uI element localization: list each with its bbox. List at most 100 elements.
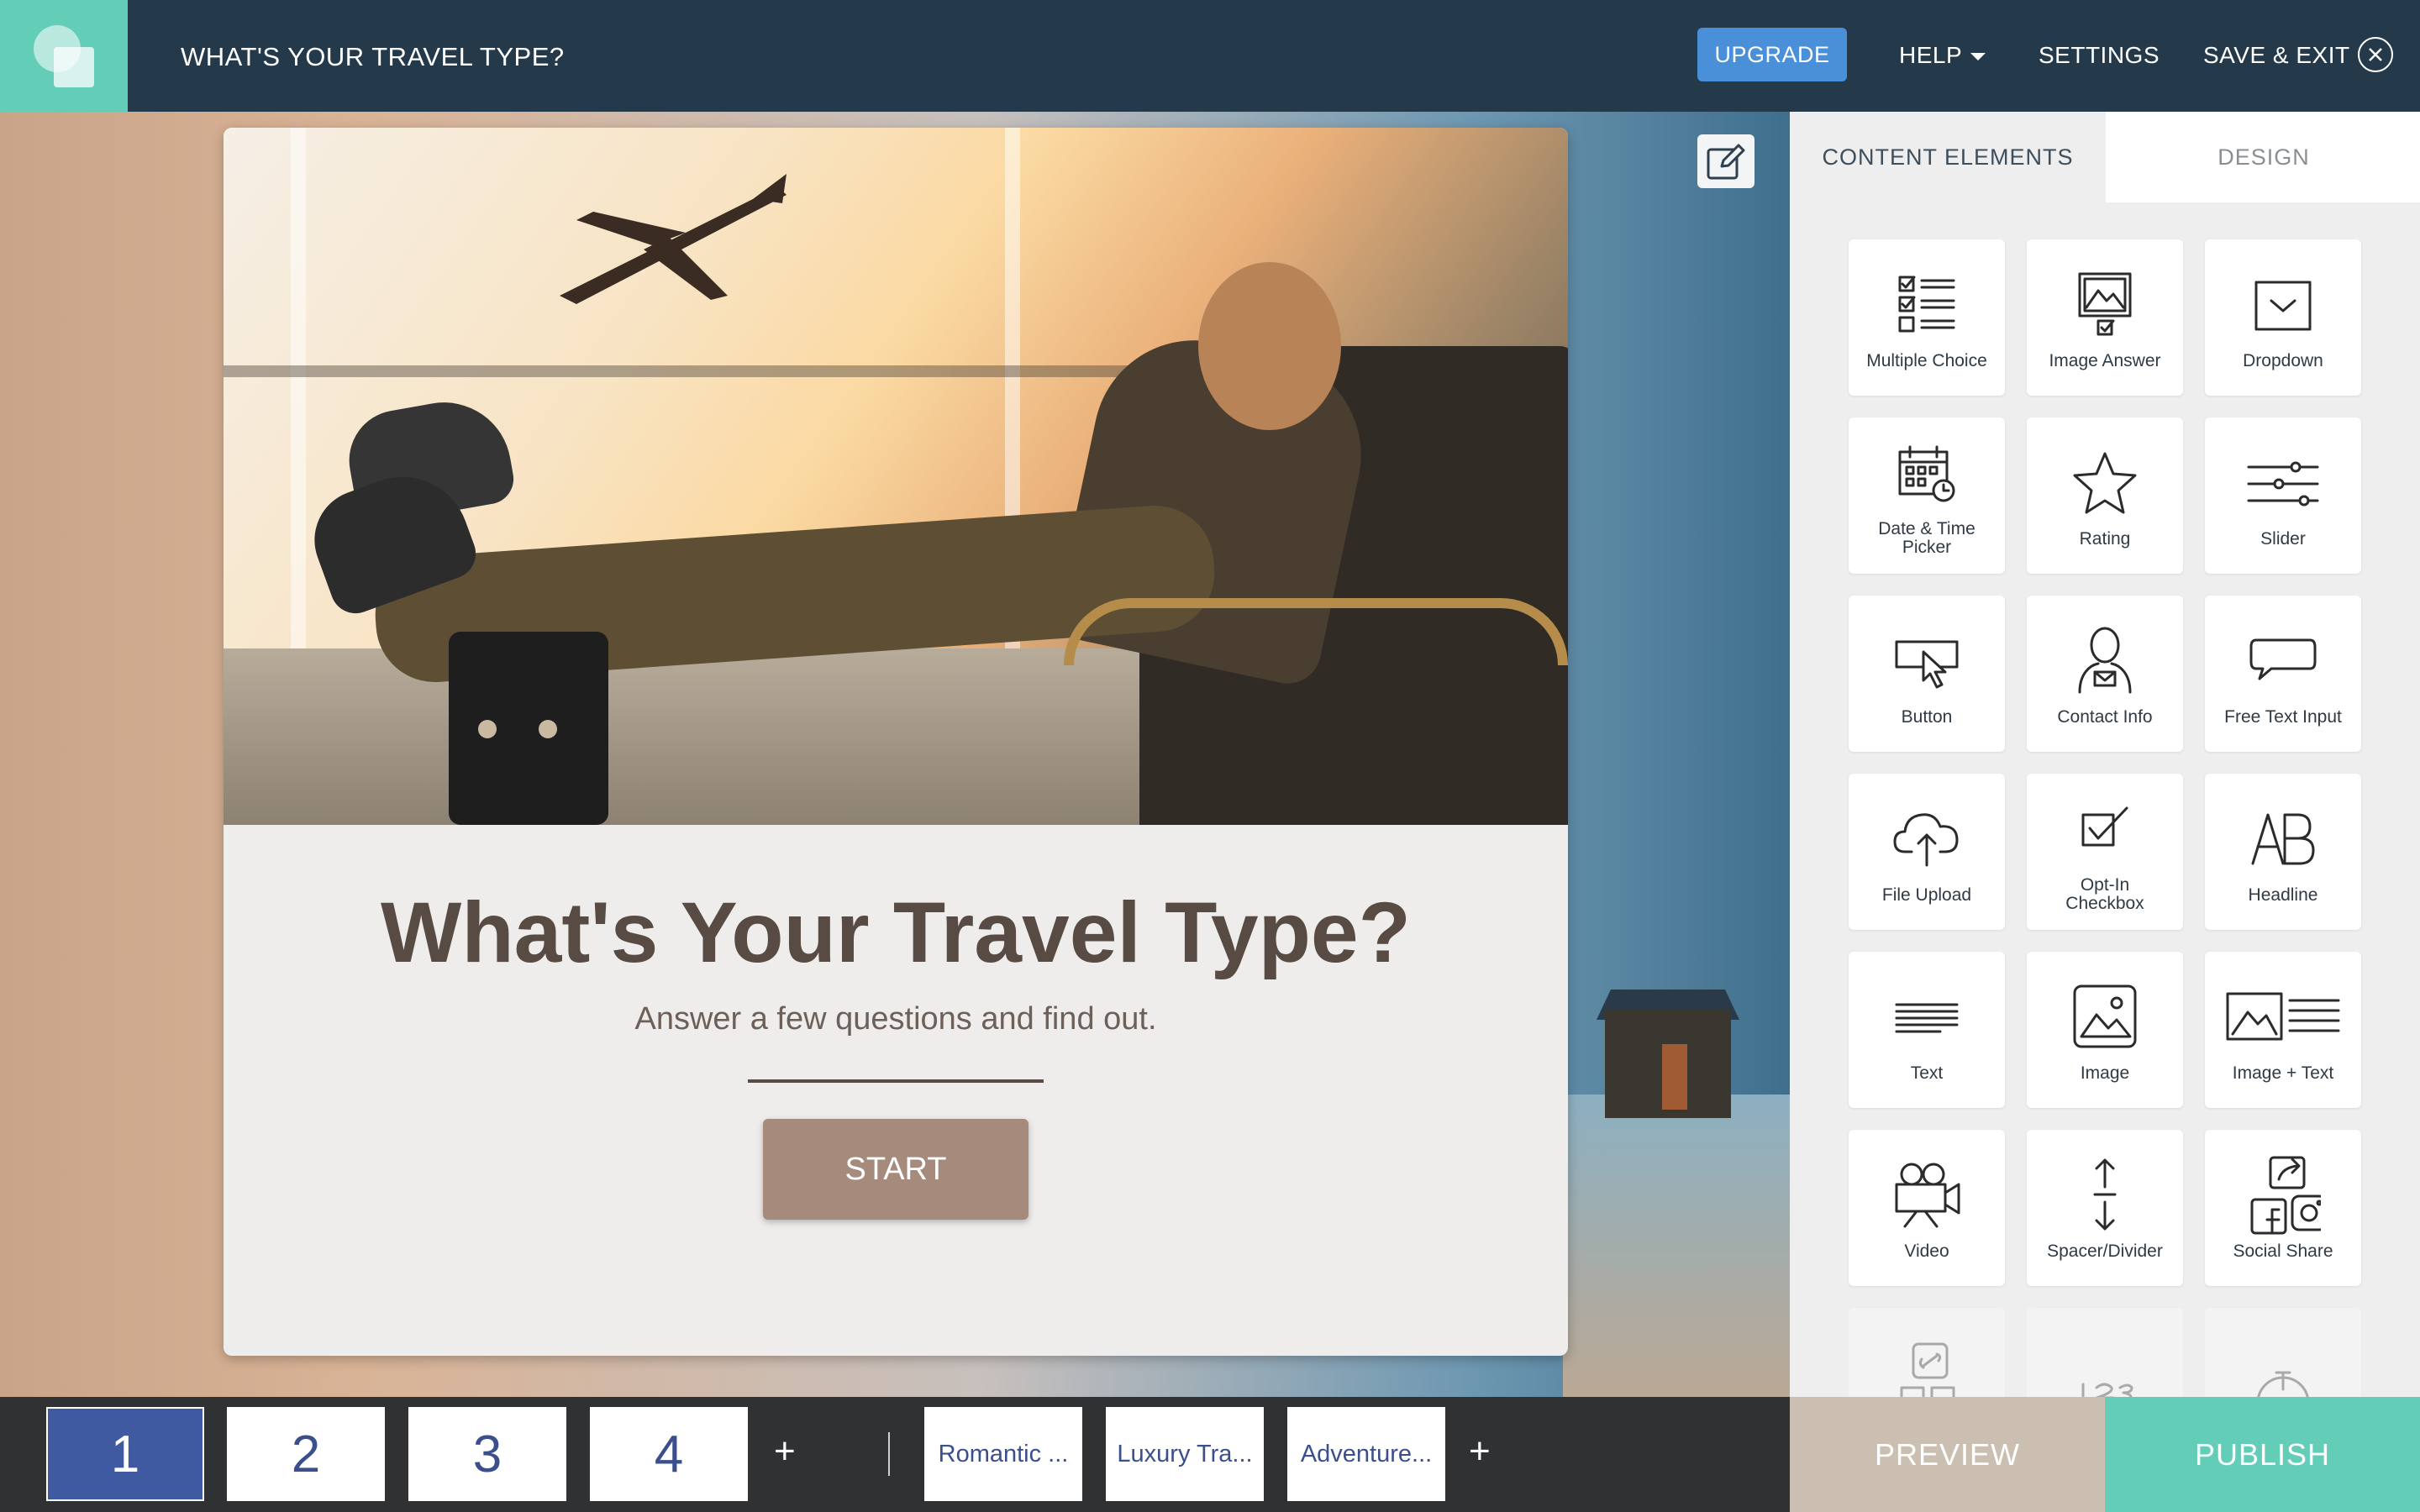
element-number[interactable] (2027, 1308, 2183, 1397)
seat-armrest (1064, 598, 1568, 665)
video-camera-icon (1885, 1157, 1969, 1232)
logo-square (54, 47, 94, 87)
number-icon (2063, 1335, 2147, 1397)
element-date-time-picker[interactable]: Date & Time Picker (1849, 417, 2005, 574)
background-water (1563, 1095, 1790, 1397)
element-image-answer[interactable]: Image Answer (2027, 239, 2183, 396)
spacer-icon (2063, 1157, 2147, 1232)
page-tab-3[interactable]: 3 (408, 1407, 566, 1501)
suitcase (449, 632, 608, 825)
image-answer-icon (2063, 266, 2147, 342)
element-label: Multiple Choice (1866, 351, 1987, 370)
element-headline[interactable]: Headline (2205, 774, 2361, 930)
quiz-name[interactable]: WHAT'S YOUR TRAVEL TYPE? (181, 42, 565, 72)
result-tab-luxury[interactable]: Luxury Tra... (1106, 1407, 1264, 1501)
text-lines-icon (1885, 979, 1969, 1054)
suitcase-wheel (478, 720, 497, 738)
element-label: Headline (2248, 885, 2318, 905)
element-label: Video (1904, 1242, 1949, 1261)
result-tab-adventure[interactable]: Adventure... (1287, 1407, 1445, 1501)
suitcase-wheel (539, 720, 557, 738)
tab-content-elements[interactable]: CONTENT ELEMENTS (1790, 112, 2106, 202)
element-link[interactable] (1849, 1308, 2005, 1397)
help-menu[interactable]: HELP (1899, 42, 1986, 69)
element-contact-info[interactable]: Contact Info (2027, 596, 2183, 752)
calendar-icon (1885, 436, 1969, 512)
app-logo[interactable] (0, 0, 128, 112)
help-label: HELP (1899, 42, 1963, 68)
stopwatch-icon (2241, 1335, 2325, 1397)
element-free-text-input[interactable]: Free Text Input (2205, 596, 2361, 752)
dropdown-icon (2241, 266, 2325, 342)
element-button[interactable]: Button (1849, 596, 2005, 752)
element-multiple-choice[interactable]: Multiple Choice (1849, 239, 2005, 396)
save-exit-button[interactable]: SAVE & EXIT (2203, 42, 2350, 69)
quiz-title[interactable]: What's Your Travel Type? (224, 884, 1568, 982)
publish-button[interactable]: PUBLISH (2105, 1397, 2420, 1512)
elements-panel: CONTENT ELEMENTS DESIGN Multiple Choice … (1790, 112, 2420, 1397)
element-image-text[interactable]: Image + Text (2205, 952, 2361, 1108)
social-share-icon (2241, 1156, 2325, 1235)
page-tab-1[interactable]: 1 (46, 1407, 204, 1501)
speech-bubble-icon (2241, 622, 2325, 698)
element-slider[interactable]: Slider (2205, 417, 2361, 574)
divider (748, 1079, 1044, 1083)
element-label: Free Text Input (2224, 707, 2342, 727)
button-cursor-icon (1885, 622, 1969, 698)
checkbox-icon (2063, 792, 2147, 868)
multiple-choice-icon (1885, 266, 1969, 342)
panel-tabs: CONTENT ELEMENTS DESIGN (1790, 112, 2420, 202)
page-tab-2[interactable]: 2 (227, 1407, 385, 1501)
element-label: Rating (2079, 529, 2131, 549)
element-label: Opt-In Checkbox (2065, 875, 2144, 913)
element-rating[interactable]: Rating (2027, 417, 2183, 574)
element-label: Button (1901, 707, 1953, 727)
background-hut-door (1662, 1044, 1687, 1110)
settings-button[interactable]: SETTINGS (2039, 42, 2160, 69)
element-video[interactable]: Video (1849, 1130, 2005, 1286)
close-icon[interactable] (2358, 37, 2393, 72)
image-icon (2063, 979, 2147, 1054)
caret-down-icon (1970, 53, 1986, 61)
add-result-button[interactable]: + (1469, 1431, 1491, 1473)
element-dropdown[interactable]: Dropdown (2205, 239, 2361, 396)
element-opt-in-checkbox[interactable]: Opt-In Checkbox (2027, 774, 2183, 930)
element-timer[interactable] (2205, 1308, 2361, 1397)
add-page-button[interactable]: + (774, 1431, 796, 1473)
element-label: Image + Text (2232, 1063, 2334, 1083)
traveler-head (1198, 262, 1341, 430)
page-tab-4[interactable]: 4 (590, 1407, 748, 1501)
element-label: Image (2080, 1063, 2130, 1083)
element-label: Spacer/Divider (2047, 1242, 2163, 1261)
quiz-subtitle[interactable]: Answer a few questions and find out. (224, 1001, 1568, 1037)
cover-image[interactable] (224, 128, 1568, 825)
element-file-upload[interactable]: File Upload (1849, 774, 2005, 930)
element-label: Social Share (2233, 1242, 2333, 1261)
element-label: Slider (2260, 529, 2306, 549)
image-text-icon (2220, 979, 2346, 1054)
preview-button[interactable]: PREVIEW (1790, 1397, 2105, 1512)
element-spacer-divider[interactable]: Spacer/Divider (2027, 1130, 2183, 1286)
quiz-cover-card[interactable]: What's Your Travel Type? Answer a few qu… (224, 128, 1568, 1356)
element-label: File Upload (1881, 885, 1972, 905)
upgrade-button[interactable]: UPGRADE (1697, 28, 1847, 81)
link-icon (1885, 1335, 1969, 1397)
star-icon (2063, 444, 2147, 520)
edit-background-icon[interactable] (1697, 134, 1754, 188)
tab-design[interactable]: DESIGN (2106, 112, 2420, 202)
element-label: Date & Time Picker (1878, 519, 1975, 557)
slider-icon (2241, 444, 2325, 520)
element-label: Text (1910, 1063, 1944, 1083)
cloud-upload-icon (1885, 801, 1969, 876)
headline-icon (2241, 801, 2325, 876)
result-tab-romantic[interactable]: Romantic ... (924, 1407, 1082, 1501)
element-social-share[interactable]: Social Share (2205, 1130, 2361, 1286)
element-label: Dropdown (2243, 351, 2323, 370)
start-button[interactable]: START (763, 1119, 1028, 1220)
element-image[interactable]: Image (2027, 952, 2183, 1108)
element-text[interactable]: Text (1849, 952, 2005, 1108)
separator (888, 1432, 890, 1476)
element-label: Contact Info (2057, 707, 2153, 727)
element-label: Image Answer (2049, 351, 2161, 370)
airplane-illustration (560, 174, 786, 304)
